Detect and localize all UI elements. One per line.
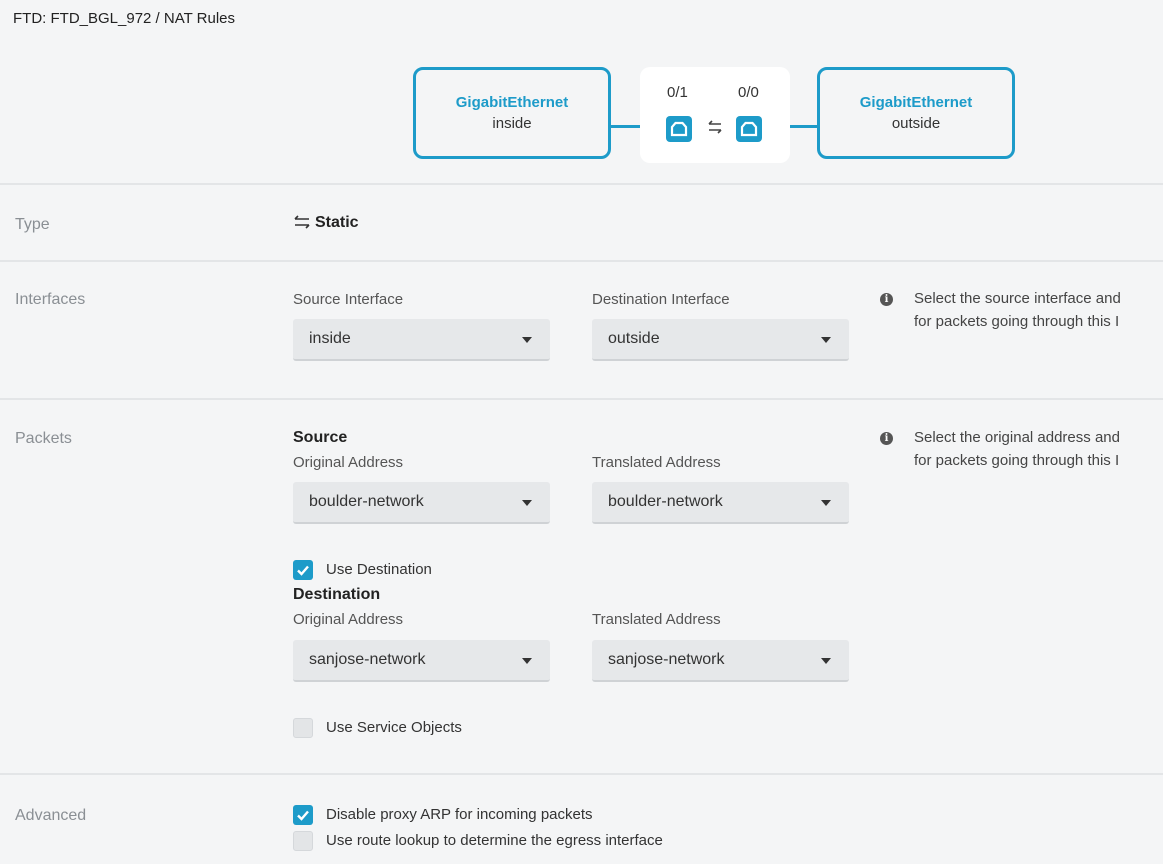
destination-translated-address-label: Translated Address bbox=[592, 611, 721, 628]
source-translated-address-value: boulder-network bbox=[608, 493, 723, 510]
route-lookup-label[interactable]: Use route lookup to determine the egress… bbox=[326, 832, 663, 849]
info-icon: i bbox=[880, 293, 893, 306]
destination-original-address-label: Original Address bbox=[293, 611, 404, 628]
destination-original-address-dropdown[interactable]: sanjose-network bbox=[293, 640, 550, 682]
source-interface-dropdown[interactable]: inside bbox=[293, 319, 550, 361]
use-destination-label[interactable]: Use Destination bbox=[326, 561, 432, 578]
source-port-label: 0/1 bbox=[667, 84, 688, 101]
interfaces-help-line2: for packets going through this I bbox=[914, 313, 1120, 330]
port-card: 0/1 0/0 bbox=[640, 67, 790, 163]
destination-translated-address-value: sanjose-network bbox=[608, 651, 725, 668]
interfaces-help-line1: Select the source interface and bbox=[914, 290, 1121, 307]
source-heading: Source bbox=[293, 429, 348, 446]
caret-down-icon bbox=[522, 500, 532, 506]
source-interface-node: GigabitEthernet inside bbox=[413, 67, 611, 159]
use-service-objects-label[interactable]: Use Service Objects bbox=[326, 719, 462, 736]
destination-interface-zone: outside bbox=[891, 115, 941, 132]
interfaces-section-label: Interfaces bbox=[15, 291, 86, 308]
breadcrumb: FTD: FTD_BGL_972 / NAT Rules bbox=[13, 10, 236, 27]
source-interface-value: inside bbox=[309, 330, 351, 347]
route-lookup-checkbox[interactable] bbox=[293, 831, 313, 851]
swap-arrows-icon bbox=[706, 118, 724, 141]
source-translated-address-dropdown[interactable]: boulder-network bbox=[592, 482, 849, 524]
source-original-address-label: Original Address bbox=[293, 454, 404, 471]
destination-translated-address-dropdown[interactable]: sanjose-network bbox=[592, 640, 849, 682]
checkmark-icon bbox=[297, 565, 309, 576]
ethernet-port-icon bbox=[736, 116, 762, 142]
disable-proxy-arp-label[interactable]: Disable proxy ARP for incoming packets bbox=[326, 806, 593, 823]
use-destination-checkbox[interactable] bbox=[293, 560, 313, 580]
divider bbox=[0, 183, 1163, 185]
interfaces-help-text: Select the source interface and for pack… bbox=[914, 287, 1121, 333]
destination-port-label: 0/0 bbox=[738, 84, 759, 101]
destination-original-address-value: sanjose-network bbox=[309, 651, 426, 668]
disable-proxy-arp-checkbox[interactable] bbox=[293, 805, 313, 825]
destination-interface-node: GigabitEthernet outside bbox=[817, 67, 1015, 159]
caret-down-icon bbox=[821, 658, 831, 664]
source-interface-label: Source Interface bbox=[293, 291, 404, 308]
use-service-objects-checkbox[interactable] bbox=[293, 718, 313, 738]
checkmark-icon bbox=[297, 810, 309, 821]
caret-down-icon bbox=[522, 658, 532, 664]
source-translated-address-label: Translated Address bbox=[592, 454, 721, 471]
source-original-address-value: boulder-network bbox=[309, 493, 424, 510]
source-interface-zone: inside bbox=[492, 115, 532, 132]
packets-section-label: Packets bbox=[15, 430, 72, 447]
type-value: Static bbox=[293, 214, 359, 235]
divider bbox=[0, 773, 1163, 775]
destination-interface-dropdown[interactable]: outside bbox=[592, 319, 849, 361]
source-original-address-dropdown[interactable]: boulder-network bbox=[293, 482, 550, 524]
type-value-text: Static bbox=[315, 214, 359, 231]
divider bbox=[0, 398, 1163, 400]
destination-interface-value: outside bbox=[608, 330, 660, 347]
ethernet-port-icon bbox=[666, 116, 692, 142]
destination-interface-type: GigabitEthernet bbox=[859, 94, 973, 111]
packets-help-text: Select the original address and for pack… bbox=[914, 426, 1120, 472]
source-interface-type: GigabitEthernet bbox=[455, 94, 569, 111]
caret-down-icon bbox=[522, 337, 532, 343]
packets-help-line2: for packets going through this I bbox=[914, 452, 1120, 469]
swap-arrows-icon bbox=[293, 214, 311, 235]
destination-heading: Destination bbox=[293, 586, 381, 603]
info-icon: i bbox=[880, 432, 893, 445]
packets-help-line1: Select the original address and bbox=[914, 429, 1120, 446]
destination-interface-label: Destination Interface bbox=[592, 291, 730, 308]
caret-down-icon bbox=[821, 500, 831, 506]
type-section-label: Type bbox=[15, 216, 50, 233]
advanced-section-label: Advanced bbox=[15, 807, 87, 824]
caret-down-icon bbox=[821, 337, 831, 343]
divider bbox=[0, 260, 1163, 262]
